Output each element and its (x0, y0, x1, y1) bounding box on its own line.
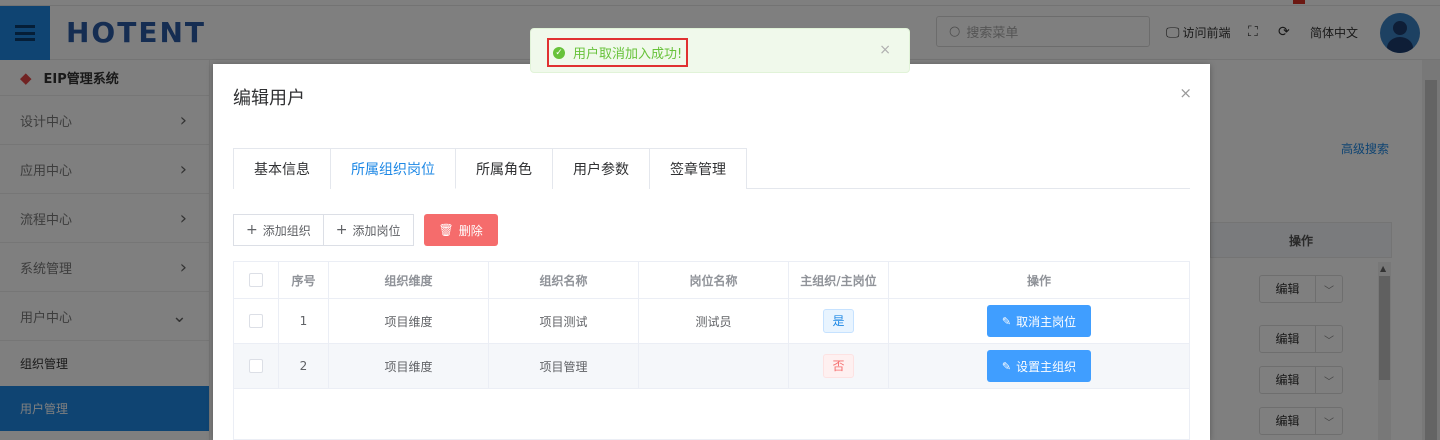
table-cell: 项目维度 (329, 299, 489, 343)
tab-signature[interactable]: 签章管理 (650, 148, 747, 189)
table-header-cell: 组织名称 (489, 262, 639, 298)
toast-message: ✓ 用户取消加入成功! (547, 38, 689, 67)
header-select-all[interactable] (234, 262, 279, 298)
org-post-table: 序号 组织维度 组织名称 岗位名称 主组织/主岗位 操作 1 项目维度 项目测试… (233, 261, 1190, 440)
cancel-main-post-button[interactable]: ✎ 取消主岗位 (986, 305, 1092, 337)
add-org-button[interactable]: + 添加组织 (233, 214, 324, 246)
tab-user-params[interactable]: 用户参数 (553, 148, 650, 189)
table-cell: ✎ 取消主岗位 (889, 299, 1189, 343)
table-cell: 1 (279, 299, 329, 343)
main-yes-tag: 是 (823, 309, 854, 333)
edit-icon: ✎ (1001, 359, 1012, 373)
table-row: 1 项目维度 项目测试 测试员 是 ✎ 取消主岗位 (234, 299, 1189, 344)
table-cell: 2 (279, 344, 329, 388)
delete-button[interactable]: 🗑 删除 (423, 214, 498, 246)
table-header-cell: 组织维度 (329, 262, 489, 298)
table-cell: 否 (789, 344, 889, 388)
toolbar: + 添加组织 + 添加岗位 🗑 删除 (233, 214, 498, 246)
table-cell: 测试员 (639, 299, 789, 343)
tab-org-posts[interactable]: 所属组织岗位 (331, 148, 456, 189)
table-cell: ✎ 设置主组织 (889, 344, 1189, 388)
toast-close-icon[interactable]: × (879, 42, 891, 58)
table-cell: 项目管理 (489, 344, 639, 388)
add-post-button[interactable]: + 添加岗位 (323, 214, 414, 246)
checkbox[interactable] (249, 359, 263, 373)
edit-icon: ✎ (1001, 314, 1012, 328)
table-header-cell: 序号 (279, 262, 329, 298)
tab-basic-info[interactable]: 基本信息 (233, 148, 331, 189)
toast-text: 用户取消加入成功! (573, 47, 683, 62)
table-cell: 是 (789, 299, 889, 343)
tab-roles[interactable]: 所属角色 (456, 148, 553, 189)
add-org-label: 添加组织 (262, 223, 311, 238)
table-header-cell: 操作 (1026, 273, 1051, 288)
table-cell: 项目维度 (329, 344, 489, 388)
dialog-close-icon[interactable]: × (1179, 84, 1192, 102)
row-select[interactable] (234, 344, 279, 388)
trash-icon: 🗑 (438, 223, 454, 237)
table-cell (639, 344, 789, 388)
delete-label: 删除 (458, 223, 483, 238)
main-no-tag: 否 (823, 354, 854, 378)
edit-user-dialog: 编辑用户 × 基本信息 所属组织岗位 所属角色 用户参数 签章管理 + 添加组织 … (213, 64, 1210, 440)
row-select[interactable] (234, 299, 279, 343)
plus-icon: + (335, 222, 348, 238)
checkbox[interactable] (249, 314, 263, 328)
set-main-org-button[interactable]: ✎ 设置主组织 (986, 350, 1092, 382)
table-row: 2 项目维度 项目管理 否 ✎ 设置主组织 (234, 344, 1189, 389)
plus-icon: + (246, 222, 258, 238)
table-header-row: 序号 组织维度 组织名称 岗位名称 主组织/主岗位 操作 (234, 262, 1189, 299)
action-label: 设置主组织 (1016, 359, 1077, 374)
add-post-label: 添加岗位 (352, 223, 401, 238)
action-label: 取消主岗位 (1016, 314, 1077, 329)
table-header-cell: 岗位名称 (639, 262, 789, 298)
check-circle-icon: ✓ (553, 46, 565, 59)
dialog-title: 编辑用户 (233, 88, 305, 109)
checkbox[interactable] (249, 273, 263, 287)
table-header-cell: 主组织/主岗位 (789, 262, 889, 298)
success-toast: ✓ 用户取消加入成功! × (530, 28, 910, 73)
dialog-tabs: 基本信息 所属组织岗位 所属角色 用户参数 签章管理 (233, 148, 1190, 189)
table-cell: 项目测试 (489, 299, 639, 343)
